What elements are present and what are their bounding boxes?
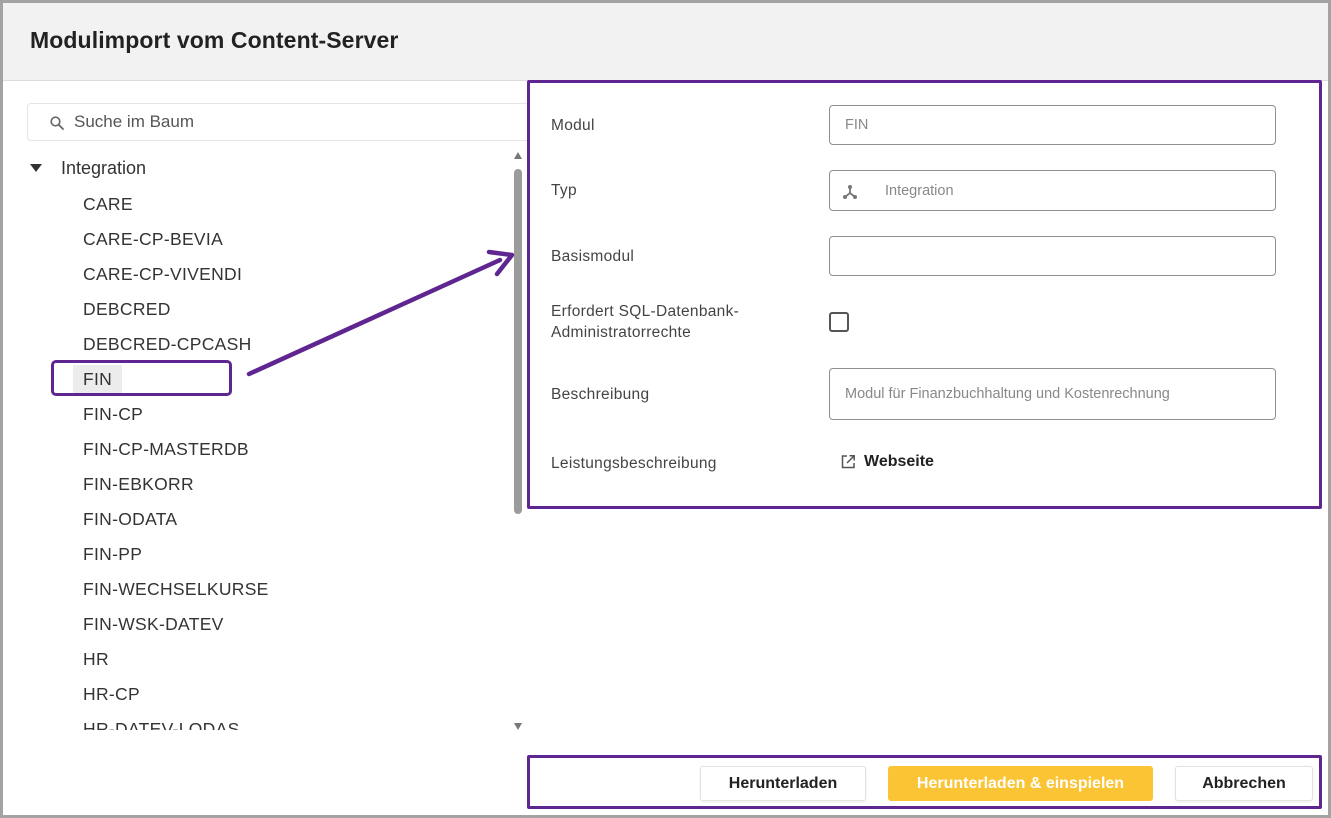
scroll-up-arrow-icon[interactable]	[514, 152, 522, 159]
base-module-field[interactable]	[829, 236, 1276, 276]
search-icon	[50, 116, 64, 130]
scroll-down-arrow-icon[interactable]	[514, 723, 522, 730]
module-tree: Integration CARE CARE-CP-BEVIA CARE-CP-V…	[27, 150, 512, 730]
caret-down-icon[interactable]	[30, 164, 42, 172]
tree-item-care[interactable]: CARE	[73, 190, 143, 218]
tree-item-fin-pp[interactable]: FIN-PP	[73, 540, 152, 568]
tree-item-hr[interactable]: HR	[73, 645, 119, 673]
tree-item-care-cp-vivendi[interactable]: CARE-CP-VIVENDI	[73, 260, 252, 288]
tree-item-fin-cp[interactable]: FIN-CP	[73, 400, 153, 428]
tree-item-debcred-cpcash[interactable]: DEBCRED-CPCASH	[73, 330, 262, 358]
dialog-title: Modulimport vom Content-Server	[30, 27, 399, 53]
sql-admin-label-line1: Erfordert SQL-Datenbank-	[551, 303, 740, 320]
tree-item-debcred[interactable]: DEBCRED	[73, 295, 181, 323]
description-value: Modul für Finanzbuchhaltung und Kostenre…	[845, 386, 1170, 402]
download-install-button[interactable]: Herunterladen & einspielen	[888, 766, 1153, 801]
hierarchy-icon	[843, 185, 857, 199]
download-button[interactable]: Herunterladen	[700, 766, 866, 801]
open-external-icon	[841, 455, 855, 469]
search-input[interactable]	[74, 104, 514, 140]
type-field[interactable]: Integration	[829, 170, 1276, 211]
website-link[interactable]: Webseite	[840, 453, 934, 471]
tree-item-fin-ebkorr[interactable]: FIN-EBKORR	[73, 470, 204, 498]
tree-search-box[interactable]	[27, 103, 527, 141]
type-label: Typ	[551, 182, 577, 199]
tree-scrollbar[interactable]	[513, 152, 523, 730]
tree-node-integration[interactable]: Integration	[27, 156, 146, 180]
cancel-button[interactable]: Abbrechen	[1175, 766, 1313, 801]
tree-item-hr-datev-lodas[interactable]: HR-DATEV-LODAS	[73, 715, 250, 731]
tree-item-hr-cp[interactable]: HR-CP	[73, 680, 150, 708]
tree-item-care-cp-bevia[interactable]: CARE-CP-BEVIA	[73, 225, 233, 253]
module-field[interactable]: FIN	[829, 105, 1276, 145]
fin-annotation-box	[51, 360, 232, 396]
tree-root-label: Integration	[61, 157, 147, 178]
sql-admin-checkbox[interactable]	[829, 312, 849, 332]
description-field[interactable]: Modul für Finanzbuchhaltung und Kostenre…	[829, 368, 1276, 420]
description-label: Beschreibung	[551, 386, 650, 403]
dialog-titlebar: Modulimport vom Content-Server	[3, 3, 1328, 81]
module-label: Modul	[551, 117, 595, 134]
module-value: FIN	[845, 117, 869, 133]
sql-admin-label-line2: Administratorrechte	[551, 324, 692, 341]
sql-admin-label: Erfordert SQL-Datenbank- Administratorre…	[551, 301, 739, 343]
website-link-label: Webseite	[864, 453, 934, 470]
tree-item-fin-cp-masterdb[interactable]: FIN-CP-MASTERDB	[73, 435, 259, 463]
service-description-label: Leistungsbeschreibung	[551, 455, 717, 472]
tree-item-fin-odata[interactable]: FIN-ODATA	[73, 505, 187, 533]
scroll-thumb[interactable]	[514, 169, 522, 514]
tree-item-fin-wsk-datev[interactable]: FIN-WSK-DATEV	[73, 610, 234, 638]
tree-item-fin-wechselkurse[interactable]: FIN-WECHSELKURSE	[73, 575, 279, 603]
base-module-label: Basismodul	[551, 248, 635, 265]
